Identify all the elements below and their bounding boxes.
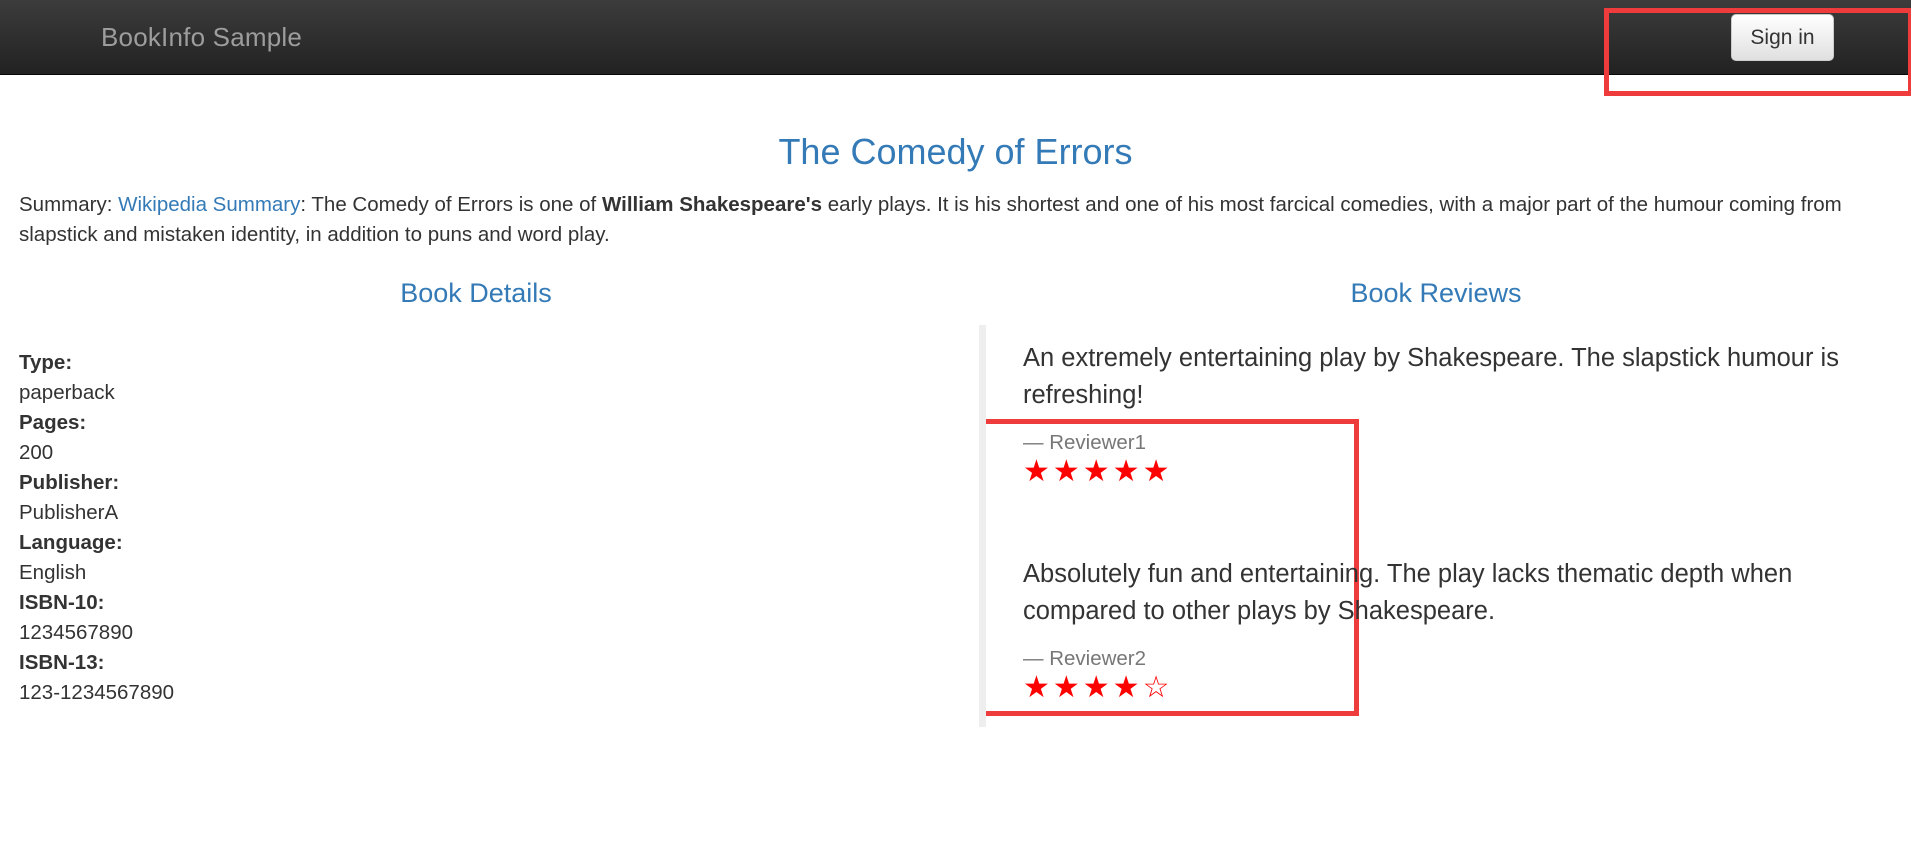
- detail-label-isbn10: ISBN-10:: [19, 590, 105, 614]
- detail-value-type: paperback: [19, 380, 115, 404]
- book-title: The Comedy of Errors: [778, 131, 1133, 172]
- reviewer-name: — Reviewer1: [1023, 431, 1147, 454]
- detail-value-isbn13: 123-1234567890: [19, 680, 175, 704]
- detail-label-publisher: Publisher:: [19, 470, 120, 494]
- review-text: An extremely entertaining play by Shakes…: [1023, 344, 1839, 409]
- summary-text-1: : The Comedy of Errors is one of: [300, 193, 602, 216]
- book-summary: Summary: Wikipedia Summary: The Comedy o…: [19, 190, 1899, 250]
- book-details-heading: Book Details: [400, 278, 552, 308]
- navbar: BookInfo Sample Sign in: [0, 0, 1911, 75]
- sign-in-button[interactable]: Sign in: [1731, 14, 1834, 61]
- book-details-list: Type: paperback Pages: 200 Publisher: Pu…: [19, 348, 174, 708]
- review-text: Absolutely fun and entertaining. The pla…: [1023, 560, 1793, 625]
- rating-stars: ★★★★★: [1023, 454, 1173, 489]
- reviewer-name: — Reviewer2: [1023, 647, 1147, 670]
- wikipedia-summary-link[interactable]: Wikipedia Summary: [118, 193, 300, 216]
- detail-label-language: Language:: [19, 530, 123, 554]
- detail-label-type: Type:: [19, 350, 73, 374]
- detail-value-language: English: [19, 560, 87, 584]
- detail-value-pages: 200: [19, 440, 54, 464]
- detail-value-isbn10: 1234567890: [19, 620, 134, 644]
- detail-label-isbn13: ISBN-13:: [19, 650, 105, 674]
- review-item: An extremely entertaining play by Shakes…: [1023, 340, 1883, 488]
- rating-stars: ★★★★☆: [1023, 670, 1173, 705]
- detail-label-pages: Pages:: [19, 410, 87, 434]
- summary-prefix: Summary:: [19, 193, 119, 216]
- book-reviews-heading: Book Reviews: [1350, 278, 1522, 308]
- detail-value-publisher: PublisherA: [19, 500, 119, 524]
- review-item: Absolutely fun and entertaining. The pla…: [1023, 556, 1883, 704]
- summary-author: William Shakespeare's: [601, 193, 823, 216]
- reviews-blockquote: An extremely entertaining play by Shakes…: [979, 325, 1899, 727]
- brand-title[interactable]: BookInfo Sample: [101, 22, 302, 53]
